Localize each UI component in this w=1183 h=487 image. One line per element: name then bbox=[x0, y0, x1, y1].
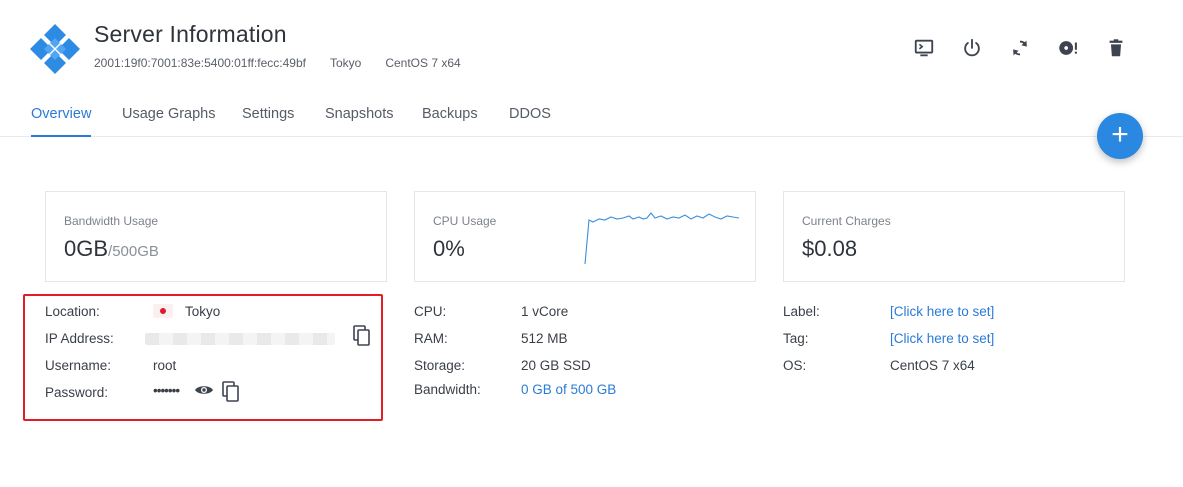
tab-ddos[interactable]: DDOS bbox=[509, 106, 551, 122]
tab-backups[interactable]: Backups bbox=[422, 106, 478, 122]
ram-label: RAM: bbox=[414, 331, 448, 346]
delete-button[interactable] bbox=[1100, 34, 1132, 62]
server-actions bbox=[908, 34, 1132, 62]
page-title: Server Information bbox=[94, 21, 287, 47]
vultr-logo bbox=[30, 24, 80, 74]
cpu-card-value: 0% bbox=[433, 236, 465, 261]
bandwidth-card-total: /500GB bbox=[108, 243, 159, 260]
charges-card: Current Charges $0.08 bbox=[783, 191, 1125, 282]
set-tag-link[interactable]: [Click here to set] bbox=[890, 331, 994, 346]
iso-icon bbox=[1059, 41, 1077, 55]
power-icon bbox=[964, 38, 980, 57]
restart-button[interactable] bbox=[1004, 34, 1036, 62]
bandwidth-card-value: 0GB/500GB bbox=[64, 236, 159, 261]
iso-button[interactable] bbox=[1052, 34, 1084, 62]
os-value: CentOS 7 x64 bbox=[890, 358, 975, 373]
set-label-link[interactable]: [Click here to set] bbox=[890, 304, 994, 319]
tag-label: Tag: bbox=[783, 331, 809, 346]
tab-snapshots[interactable]: Snapshots bbox=[325, 106, 394, 122]
plus-icon: + bbox=[1111, 118, 1129, 151]
bandwidth-card-label: Bandwidth Usage bbox=[64, 214, 159, 228]
add-button[interactable]: + bbox=[1097, 113, 1143, 159]
tab-settings[interactable]: Settings bbox=[242, 106, 294, 122]
ram-value: 512 MB bbox=[521, 331, 568, 346]
storage-value: 20 GB SSD bbox=[521, 358, 591, 373]
charges-card-value: $0.08 bbox=[802, 236, 858, 261]
server-subline: 2001:19f0:7001:83e:5400:01ff:fecc:49bf T… bbox=[94, 56, 461, 70]
bandwidth-link[interactable]: 0 GB of 500 GB bbox=[521, 382, 616, 397]
restart-icon bbox=[1013, 40, 1027, 56]
cpu-label: CPU: bbox=[414, 304, 447, 319]
storage-label: Storage: bbox=[414, 358, 466, 373]
cpu-sparkline bbox=[584, 212, 740, 265]
bandwidth-card: Bandwidth Usage 0GB/500GB bbox=[45, 191, 387, 282]
cpu-card-label: CPU Usage bbox=[433, 214, 497, 228]
server-ipv6: 2001:19f0:7001:83e:5400:01ff:fecc:49bf bbox=[94, 56, 306, 70]
tab-overview[interactable]: Overview bbox=[31, 106, 92, 137]
cpu-card: CPU Usage 0% bbox=[414, 191, 756, 282]
charges-card-label: Current Charges bbox=[802, 214, 891, 228]
server-location: Tokyo bbox=[329, 56, 362, 70]
cpu-value: 1 vCore bbox=[521, 304, 569, 319]
os-label: OS: bbox=[783, 358, 807, 373]
console-icon bbox=[914, 39, 934, 57]
highlight-box bbox=[23, 294, 383, 421]
bandwidth-label: Bandwidth: bbox=[414, 382, 481, 397]
tab-bar: Overview Usage Graphs Settings Snapshots… bbox=[0, 100, 1183, 137]
power-button[interactable] bbox=[956, 34, 988, 62]
console-button[interactable] bbox=[908, 34, 940, 62]
label-label: Label: bbox=[783, 304, 820, 319]
delete-icon bbox=[1109, 39, 1123, 57]
server-os: CentOS 7 x64 bbox=[385, 56, 461, 70]
tab-usage-graphs[interactable]: Usage Graphs bbox=[122, 106, 216, 122]
